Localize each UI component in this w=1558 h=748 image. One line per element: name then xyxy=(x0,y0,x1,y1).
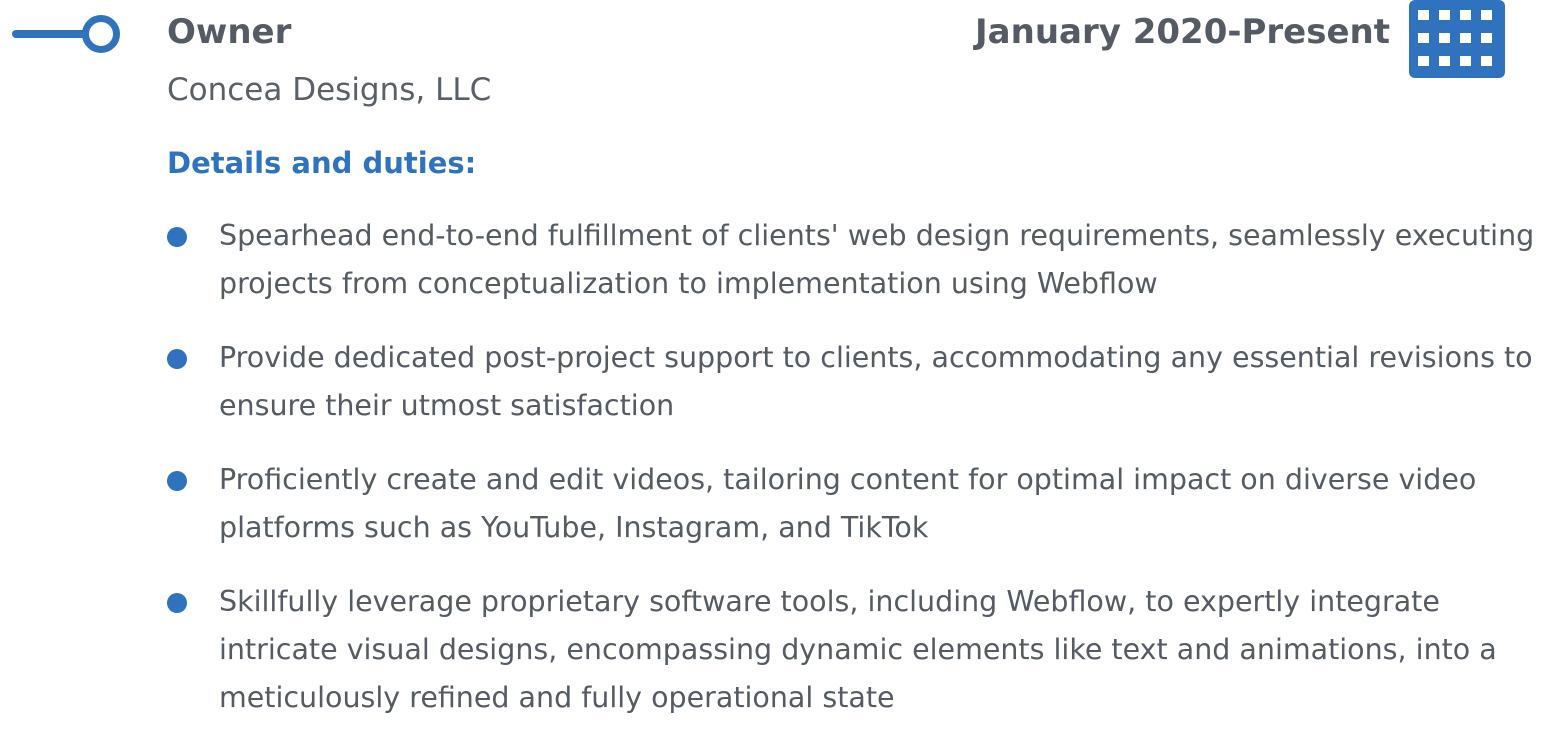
timeline-node-icon xyxy=(82,15,120,53)
duty-item: Skillfully leverage proprietary software… xyxy=(167,578,1552,722)
bullet-icon xyxy=(167,227,187,247)
bullet-icon xyxy=(167,349,187,369)
duty-item: Spearhead end-to-end fulfillment of clie… xyxy=(167,212,1552,308)
details-heading: Details and duties: xyxy=(167,146,477,180)
duty-text: Skillfully leverage proprietary software… xyxy=(219,585,1497,714)
job-dates: January 2020-Present xyxy=(975,12,1390,52)
company-name: Concea Designs, LLC xyxy=(167,72,492,108)
job-title: Owner xyxy=(167,12,292,52)
timeline-line xyxy=(12,30,90,38)
bullet-icon xyxy=(167,593,187,613)
calendar-icon xyxy=(1409,0,1505,78)
duty-text: Provide dedicated post-project support t… xyxy=(219,341,1533,422)
duty-text: Proficiently create and edit videos, tai… xyxy=(219,463,1477,544)
duties-list: Spearhead end-to-end fulfillment of clie… xyxy=(167,212,1552,748)
bullet-icon xyxy=(167,471,187,491)
duty-text: Spearhead end-to-end fulfillment of clie… xyxy=(219,219,1535,300)
duty-item: Provide dedicated post-project support t… xyxy=(167,334,1552,430)
duty-item: Proficiently create and edit videos, tai… xyxy=(167,456,1552,552)
